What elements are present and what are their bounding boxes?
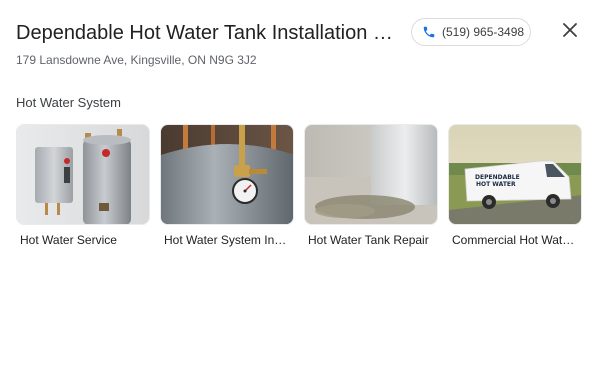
service-van-photo: DEPENDABLE HOT WATER [448, 124, 582, 225]
van-brand-line-2: HOT WATER [476, 181, 516, 188]
card-label: Commercial Hot Water... [452, 233, 580, 247]
section-title: Hot Water System [16, 95, 121, 110]
service-cards: Hot Water Service Hot Water System Inst.… [16, 124, 582, 248]
place-address: 179 Lansdowne Ave, Kingsville, ON N9G 3J… [16, 53, 257, 67]
card-label: Hot Water Tank Repair [308, 233, 429, 247]
service-card[interactable]: Hot Water Service [16, 124, 150, 248]
water-heater-pressure-gauge-photo [160, 124, 294, 225]
service-card[interactable]: Hot Water System Inst... [160, 124, 294, 248]
card-label: Hot Water Service [20, 233, 117, 247]
leaking-tank-puddle-photo [304, 124, 438, 225]
card-label: Hot Water System Inst... [164, 233, 292, 247]
place-title: Dependable Hot Water Tank Installation a… [16, 22, 398, 44]
tankless-and-tank-water-heaters-photo [16, 124, 150, 225]
service-card[interactable]: DEPENDABLE HOT WATER Commercial Hot Wate… [448, 124, 582, 248]
phone-icon [422, 25, 436, 39]
close-button[interactable] [560, 22, 580, 42]
close-icon [563, 22, 577, 42]
service-card[interactable]: Hot Water Tank Repair [304, 124, 438, 248]
call-button[interactable]: (519) 965-3498 [411, 18, 531, 46]
phone-number: (519) 965-3498 [442, 25, 525, 39]
van-brand-line-1: DEPENDABLE [475, 174, 520, 181]
